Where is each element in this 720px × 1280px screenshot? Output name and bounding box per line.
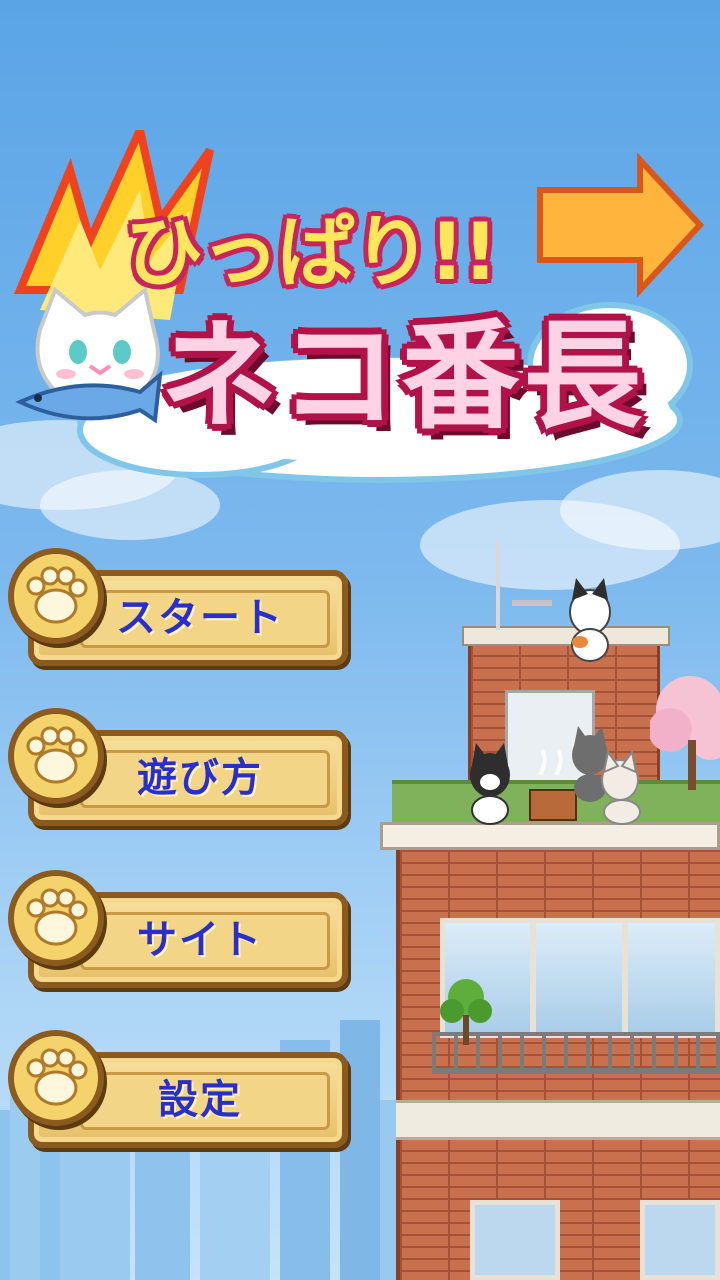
settings-button-label: 設定 [158,1077,242,1123]
game-logo: ひっぱり!! ネコ番長 [0,130,720,490]
calico-cat [569,578,611,662]
site-button-label: サイト [137,917,263,963]
lower-window [470,1200,560,1280]
potted-plant [440,979,492,1045]
tuxedo-cat [470,743,510,825]
start-button[interactable]: スタート [8,548,348,670]
gray-cat [572,726,608,802]
window-frame [622,918,628,1038]
how-to-play-button[interactable]: 遊び方 [8,708,348,830]
start-button-label: スタート [116,595,284,641]
building-ledge [396,1100,720,1140]
title-line-2: ネコ番長 [160,307,646,445]
settings-button[interactable]: 設定 [8,1030,348,1152]
cherry-tree [650,676,720,790]
lower-window [640,1200,720,1280]
window-frame [530,918,536,1038]
white-cat [601,749,641,825]
how-to-play-button-label: 遊び方 [137,755,263,801]
game-title-screen: ひっぱり!! ネコ番長 スタート 遊び方 サイト 設定 [0,0,720,1280]
site-button[interactable]: サイト [8,870,348,992]
